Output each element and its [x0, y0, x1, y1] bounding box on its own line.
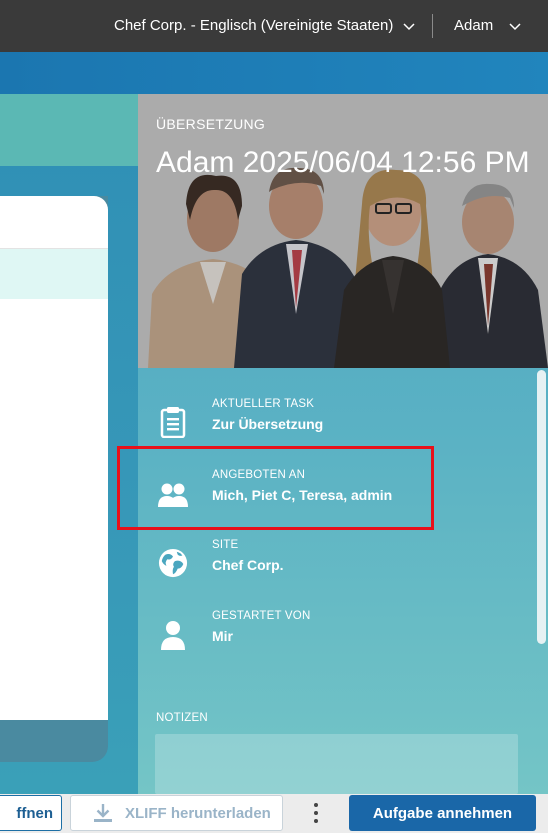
globe-icon — [158, 548, 188, 578]
left-card — [0, 196, 108, 720]
accept-task-button[interactable]: Aufgabe annehmen — [349, 795, 536, 831]
task-type-label: ÜBERSETZUNG — [156, 116, 266, 132]
org-language-selector[interactable]: Chef Corp. - Englisch (Vereinigte Staate… — [114, 17, 415, 34]
notes-label: NOTIZEN — [156, 712, 208, 724]
topbar-divider — [432, 14, 433, 38]
download-xliff-button[interactable]: XLIFF herunterladen — [70, 795, 283, 831]
info-site: SITE Chef Corp. — [138, 539, 538, 595]
info-label: GESTARTET VON — [212, 610, 311, 622]
open-button[interactable]: ffnen — [0, 795, 62, 831]
info-value: Zur Übersetzung — [212, 416, 324, 432]
top-bar: Chef Corp. - Englisch (Vereinigte Staate… — [0, 0, 548, 52]
download-xliff-label: XLIFF herunterladen — [125, 804, 271, 822]
task-hero: ÜBERSETZUNG Adam 2025/06/04 12:56 PM — [138, 94, 548, 368]
info-label: SITE — [212, 539, 239, 551]
more-options-button[interactable] — [306, 796, 326, 830]
more-dot — [314, 819, 318, 823]
info-value: Mir — [212, 628, 233, 644]
task-title: Adam 2025/06/04 12:56 PM — [156, 146, 530, 179]
notes-field[interactable] — [155, 734, 518, 794]
download-icon — [94, 804, 112, 822]
info-value: Chef Corp. — [212, 557, 284, 573]
secondary-bar — [0, 52, 548, 94]
user-menu[interactable]: Adam — [454, 17, 521, 34]
left-panel-header — [0, 94, 138, 166]
left-card-selected-row[interactable] — [0, 249, 108, 299]
info-started-by: GESTARTET VON Mir — [138, 610, 538, 666]
hero-overlay — [138, 94, 548, 368]
info-label: AKTUELLER TASK — [212, 398, 315, 410]
user-menu-label: Adam — [454, 17, 494, 34]
chevron-down-icon — [509, 22, 521, 30]
clipboard-icon — [160, 407, 186, 438]
user-icon — [161, 621, 185, 650]
chevron-down-icon — [403, 22, 415, 30]
highlight-box — [117, 446, 434, 530]
more-dot — [314, 803, 318, 807]
more-dot — [314, 811, 318, 815]
scrollbar-thumb[interactable] — [537, 370, 546, 644]
org-language-label: Chef Corp. - Englisch (Vereinigte Staate… — [114, 17, 394, 34]
